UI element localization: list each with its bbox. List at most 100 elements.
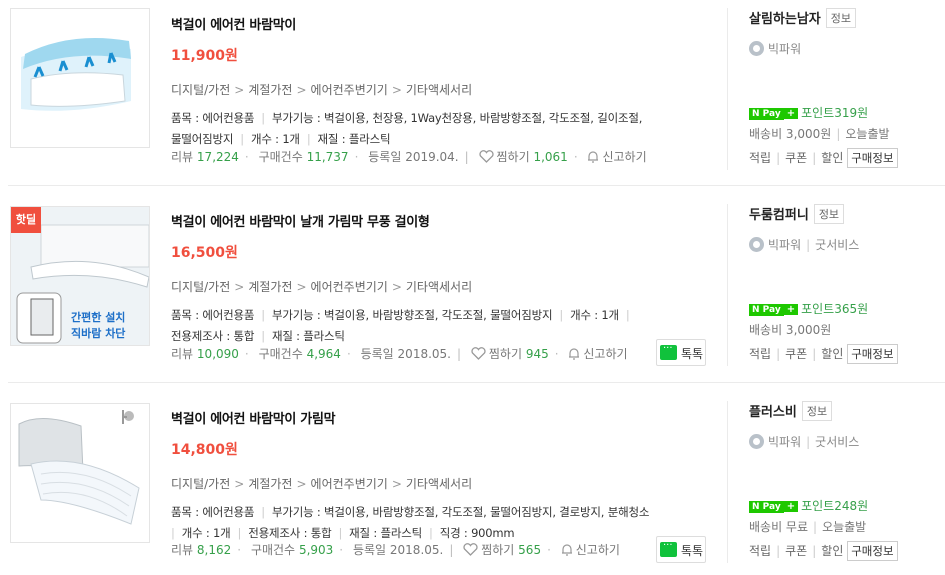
coupon-link[interactable]: 쿠폰 [785, 347, 807, 361]
spec-text: 부가기능 : 벽걸이용, 바람방향조절, 각도조절, 물떨어짐방지, 결로방지,… [271, 505, 650, 519]
purchase-info-button[interactable]: 구매정보 [847, 148, 898, 168]
npay-point: N Pay + 포인트319원 [749, 104, 868, 121]
product-price: 16,500원 [171, 245, 238, 261]
spec-text: 개수 : 1개 [181, 526, 231, 540]
seller-info-tag[interactable]: 정보 [813, 204, 845, 224]
talk-icon [660, 343, 677, 360]
spec-text: 재질 : 플라스틱 [317, 132, 391, 146]
purchase-count: 구매건수 11,737 [258, 150, 349, 164]
spec-text: 부가기능 : 벽걸이용, 바람방향조절, 각도조절, 물떨어짐방지 [271, 308, 553, 322]
talktalk-button[interactable]: 톡톡 [656, 339, 706, 366]
discount-link[interactable]: 할인 [821, 151, 843, 165]
spec-text: 재질 : 플라스틱 [349, 526, 423, 540]
review-link[interactable]: 리뷰 17,224 [171, 150, 239, 164]
category-link[interactable]: 에어컨주변기기 [311, 83, 388, 97]
save-link[interactable]: 적립 [749, 347, 771, 361]
coupon-link[interactable]: 쿠폰 [785, 151, 807, 165]
shipping-info: 배송비 무료 | 오늘출발 [749, 520, 867, 534]
seller-actions: 적립 | 쿠폰 | 할인 구매정보 [749, 344, 898, 364]
talktalk-button[interactable]: 톡톡 [656, 536, 706, 563]
spec-text: 부가기능 : 벽걸이용, 천장용, 1Way천장용, 바람방향조절, 각도조절,… [271, 111, 643, 125]
product-title[interactable]: 벽걸이 에어컨 바람막이 [171, 14, 721, 33]
category-link[interactable]: 계절가전 [248, 477, 292, 491]
heart-icon [463, 543, 478, 556]
save-link[interactable]: 적립 [749, 151, 771, 165]
category-link[interactable]: 계절가전 [248, 83, 292, 97]
category-link[interactable]: 기타액세서리 [406, 280, 472, 294]
shipping-info: 배송비 3,000원 | 오늘출발 [749, 127, 890, 141]
category-link[interactable]: 디지털/가전 [171, 83, 230, 97]
spec-text: 직경 : 900mm [439, 526, 515, 540]
spec-text: 개수 : 1개 [250, 132, 300, 146]
save-link[interactable]: 적립 [749, 544, 771, 558]
category-link[interactable]: 계절가전 [248, 280, 292, 294]
zzim-button[interactable]: 찜하기 945 [471, 347, 549, 361]
report-button[interactable]: 신고하기 [561, 543, 620, 557]
seller-grade: 빅파워 [749, 40, 942, 57]
seller-actions: 적립 | 쿠폰 | 할인 구매정보 [749, 148, 898, 168]
category-link[interactable]: 디지털/가전 [171, 280, 230, 294]
seller-name[interactable]: 살림하는남자 정보 [749, 8, 942, 28]
seller-actions: 적립 | 쿠폰 | 할인 구매정보 [749, 541, 898, 561]
purchase-count: 구매건수 4,964 [258, 347, 341, 361]
category-link[interactable]: 에어컨주변기기 [311, 280, 388, 294]
review-link[interactable]: 리뷰 8,162 [171, 543, 231, 557]
breadcrumb: 디지털/가전 > 계절가전 > 에어컨주변기기 > 기타액세서리 [171, 477, 473, 491]
hotdeal-badge: 핫딜 [11, 207, 41, 233]
category-link[interactable]: 기타액세서리 [406, 83, 472, 97]
breadcrumb: 디지털/가전 > 계절가전 > 에어컨주변기기 > 기타액세서리 [171, 280, 473, 294]
coupon-link[interactable]: 쿠폰 [785, 544, 807, 558]
seller-panel: 살림하는남자 정보 빅파워 N Pay + 포인트319원 배송비 3,000원 | 오늘… [727, 8, 942, 170]
bell-icon [561, 544, 572, 556]
seller-panel: 플러스비 정보 빅파워 | 굿서비스 N Pay + 포인트248원 배송비 무료 | 오늘출… [727, 401, 942, 563]
spec-text: 전용제조사 : 통합 [171, 329, 255, 343]
spec-text: 물떨어짐방지 [171, 132, 234, 146]
product-image [11, 404, 149, 542]
medal-icon [749, 434, 764, 449]
product-specs: 품목 : 에어컨용품 | 부가기능 : 벽걸이용, 천장용, 1Way천장용, 바람… [171, 111, 643, 146]
product-thumbnail[interactable] [10, 403, 150, 543]
seller-info-tag[interactable]: 정보 [801, 401, 833, 421]
bell-icon [569, 348, 580, 360]
npay-point: N Pay + 포인트365원 [749, 300, 868, 317]
report-button[interactable]: 신고하기 [587, 150, 647, 164]
seller-name[interactable]: 플러스비 정보 [749, 401, 942, 421]
breadcrumb: 디지털/가전 > 계절가전 > 에어컨주변기기 > 기타액세서리 [171, 83, 473, 97]
purchase-info-button[interactable]: 구매정보 [847, 344, 898, 364]
product-list: 벽걸이 에어컨 바람막이 11,900원 디지털/가전 > 계절가전 > 에어컨주변기기… [0, 0, 945, 575]
talk-icon [660, 540, 677, 557]
seller-grade: 빅파워 | 굿서비스 [749, 236, 942, 253]
category-link[interactable]: 기타액세서리 [406, 477, 472, 491]
purchase-count: 구매건수 5,903 [250, 543, 334, 557]
product-thumbnail[interactable]: 간편한 설치 직바람 차단 핫딜 [10, 206, 150, 346]
seller-grade: 빅파워 | 굿서비스 [749, 433, 942, 450]
discount-link[interactable]: 할인 [821, 544, 843, 558]
review-link[interactable]: 리뷰 10,090 [171, 347, 239, 361]
category-link[interactable]: 디지털/가전 [171, 477, 230, 491]
heart-icon [478, 150, 494, 163]
npay-icon: N Pay [749, 108, 784, 120]
reg-date: 등록일 2018.05. [352, 543, 444, 557]
seller-name[interactable]: 두룸컴퍼니 정보 [749, 204, 942, 224]
product-title[interactable]: 벽걸이 에어컨 바람막이 날개 가림막 무풍 걸이형 [171, 211, 721, 230]
category-link[interactable]: 에어컨주변기기 [311, 477, 388, 491]
spec-text: 품목 : 에어컨용품 [171, 505, 255, 519]
seller-info-tag[interactable]: 정보 [825, 8, 857, 28]
product-meta: 리뷰 17,224 · 구매건수 11,737 · 등록일 2019.04. | 찜하… [171, 150, 647, 164]
bell-icon [588, 151, 599, 163]
product-thumbnail[interactable] [10, 8, 150, 148]
heart-icon [471, 347, 486, 360]
medal-icon [749, 41, 764, 56]
product-title[interactable]: 벽걸이 에어컨 바람막이 가림막 [171, 408, 721, 427]
spec-text: 전용제조사 : 통합 [248, 526, 332, 540]
spec-text: 품목 : 에어컨용품 [171, 308, 255, 322]
zzim-button[interactable]: 찜하기 1,061 [478, 150, 568, 164]
shipping-info: 배송비 3,000원 [749, 323, 832, 337]
discount-link[interactable]: 할인 [821, 347, 843, 361]
product-meta: 리뷰 8,162 · 구매건수 5,903 · 등록일 2018.05. | 찜하기 … [171, 543, 620, 557]
report-button[interactable]: 신고하기 [568, 347, 628, 361]
purchase-info-button[interactable]: 구매정보 [847, 541, 898, 561]
zzim-button[interactable]: 찜하기 565 [463, 543, 541, 557]
product-item: 간편한 설치 직바람 차단 핫딜 벽걸이 에어컨 바람막이 날개 가림막 무풍 … [0, 186, 945, 383]
image-caption: 직바람 차단 [71, 326, 125, 340]
